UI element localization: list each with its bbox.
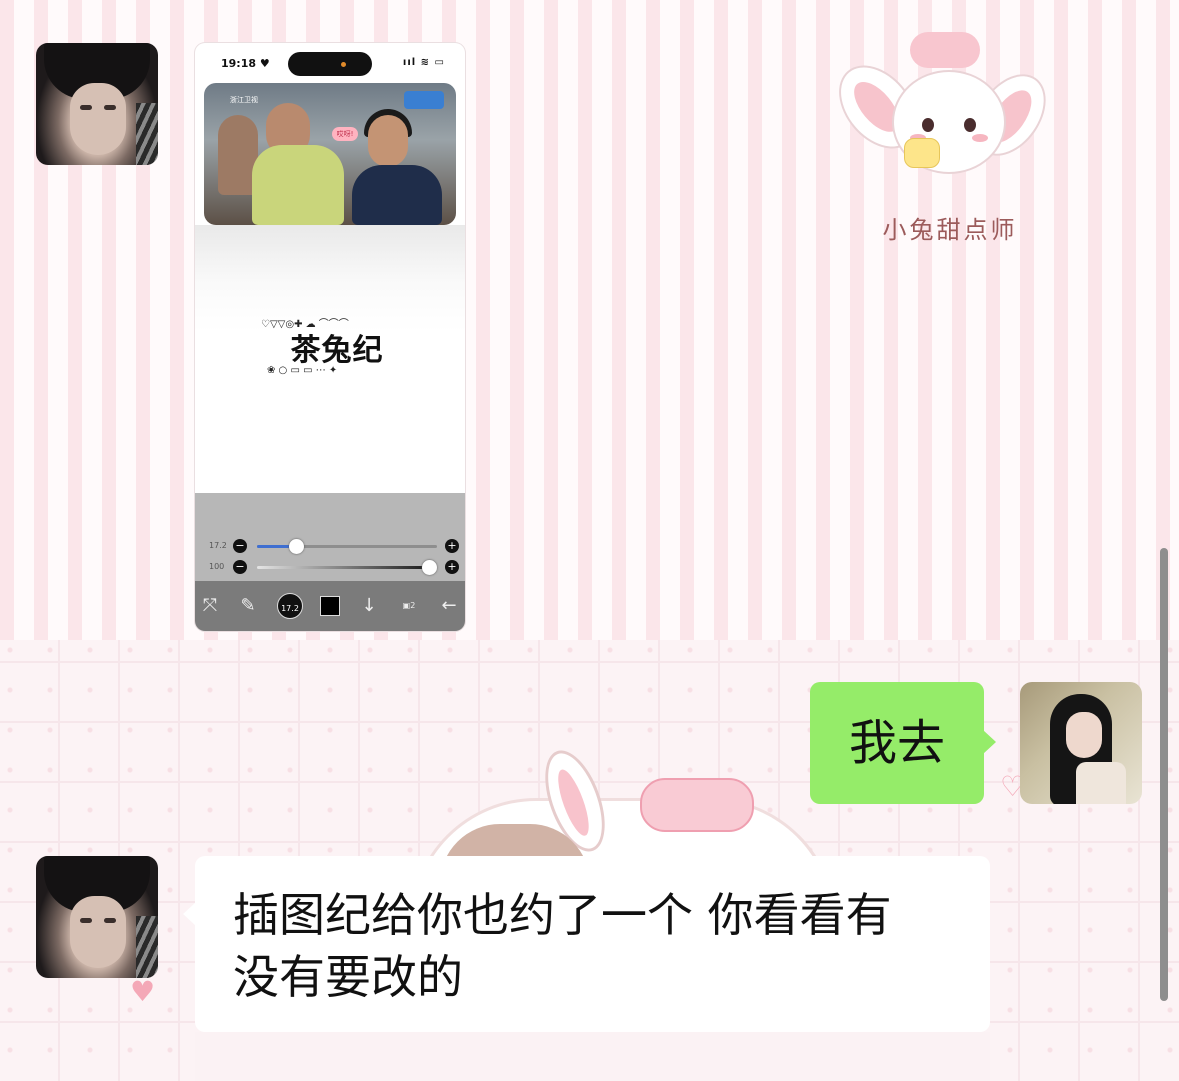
opacity-knob[interactable]: [422, 560, 437, 575]
download-icon[interactable]: ↓: [356, 593, 382, 619]
opacity-value: 100: [209, 562, 225, 571]
doodle-decoration-bottom: ❀ ○ ▭ ▭ ⋯ ✦: [267, 365, 338, 376]
brush-size-value: 17.2: [209, 541, 227, 550]
message-bubble-incoming[interactable]: 插图纪给你也约了一个 你看看有 没有要改的: [183, 856, 990, 1032]
layers-icon[interactable]: ▣2: [396, 593, 422, 619]
brush-size-knob[interactable]: [289, 539, 305, 554]
message-text-line: 插图纪给你也约了一个 你看看有: [233, 888, 892, 942]
brush-size-slider-row: 17.2 − +: [195, 539, 465, 555]
minus-icon[interactable]: −: [233, 539, 247, 553]
drawing-toolbar: ⤧ ✎ 17.2 ↓ ▣2 ←: [195, 581, 465, 631]
opacity-slider-row: 100 − +: [195, 560, 465, 576]
drawing-canvas: ♡▽▽◎✚ ☁ ⌒⌒⌒ 茶兔纪 ❀ ○ ▭ ▭ ⋯ ✦: [195, 225, 465, 493]
message-bubble-outgoing[interactable]: 我去: [810, 682, 996, 804]
status-time: 19:18 ♥: [221, 57, 270, 70]
tv-caption-badge: 哎呀!: [332, 127, 358, 141]
doodle-title: 茶兔纪: [290, 333, 384, 368]
status-icons: ııl ≋ ▭: [402, 57, 445, 68]
bunny-cake: [904, 138, 940, 168]
sticker-caption: 小兔甜点师: [882, 216, 1018, 244]
avatar-friend[interactable]: [36, 856, 158, 978]
image-message[interactable]: 19:18 ♥ ııl ≋ ▭ 浙江卫视 哎呀! ♡▽▽◎✚ ☁ ⌒⌒⌒ 茶兔纪…: [195, 43, 465, 631]
dynamic-island: [288, 52, 372, 76]
show-logo: [404, 91, 444, 109]
bunny-bow: [910, 32, 980, 68]
brush-size-slider[interactable]: [257, 539, 437, 554]
bunny-eye-right: [964, 118, 976, 132]
tv-screenshot: 浙江卫视 哎呀!: [204, 83, 456, 225]
bunny-sticker: 小兔甜点师: [823, 30, 1061, 260]
background-bunny: [410, 738, 836, 924]
brush-size-icon[interactable]: 17.2: [277, 593, 303, 619]
avatar-me[interactable]: [1020, 682, 1142, 804]
bunny-eye-left: [922, 118, 934, 132]
avatar-friend[interactable]: [36, 43, 158, 165]
next-message-edge: [195, 1032, 990, 1081]
brush-settings-panel: 17.2 − + 100 − +: [195, 493, 465, 581]
back-arrow-icon[interactable]: ←: [436, 593, 462, 619]
plus-icon[interactable]: +: [445, 539, 459, 553]
scrollbar[interactable]: [1160, 548, 1168, 1001]
bunny-blush-right: [972, 134, 988, 142]
brush-icon[interactable]: ✎: [235, 593, 261, 619]
layers-count: 2: [410, 601, 416, 610]
tv-channel-logo: 浙江卫视: [230, 96, 258, 104]
phone-status-bar: 19:18 ♥ ııl ≋ ▭: [195, 43, 465, 83]
message-text-line: 没有要改的: [233, 950, 463, 1004]
message-text: 我去: [848, 715, 945, 771]
minus-icon[interactable]: −: [233, 560, 247, 574]
opacity-slider[interactable]: [257, 560, 437, 575]
heart-icon: ♥: [130, 975, 156, 1008]
plus-icon[interactable]: +: [445, 560, 459, 574]
color-swatch-icon[interactable]: [320, 596, 340, 616]
transform-icon[interactable]: ⤧: [197, 593, 223, 619]
